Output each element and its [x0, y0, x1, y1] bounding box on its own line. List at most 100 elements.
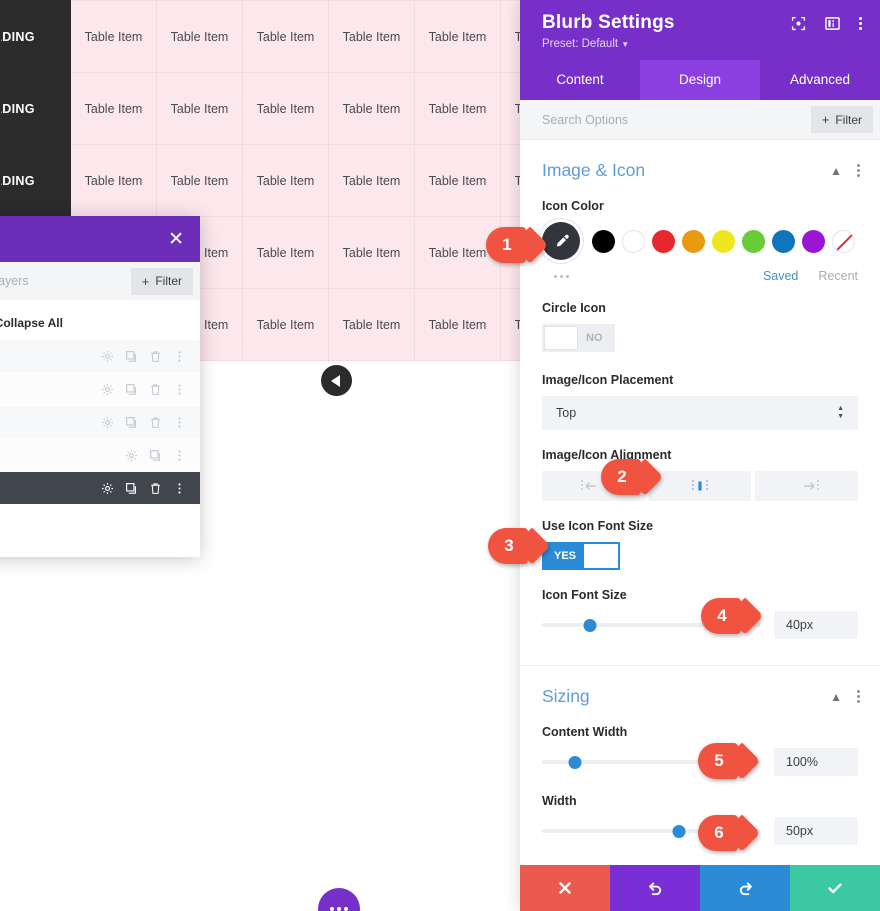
color-swatch-7[interactable]	[802, 229, 825, 253]
gear-icon[interactable]	[101, 482, 114, 495]
eyedropper-icon[interactable]	[542, 222, 580, 260]
kebab-icon[interactable]	[857, 690, 860, 703]
table-cell: Table Item	[70, 0, 157, 73]
settings-tabs: Content Design Advanced	[520, 60, 880, 100]
kebab-icon[interactable]	[859, 17, 862, 30]
tab-advanced[interactable]: Advanced	[760, 60, 880, 100]
kebab-icon[interactable]	[173, 482, 186, 495]
section-title[interactable]: Image & Icon	[542, 160, 645, 181]
search-options-input[interactable]: Search Options	[542, 113, 628, 127]
trash-icon[interactable]	[149, 416, 162, 429]
table-prev-button[interactable]	[321, 365, 352, 396]
kebab-icon[interactable]	[173, 383, 186, 396]
color-swatch-4[interactable]	[712, 229, 735, 253]
expand-collapse-all[interactable]: Expand/Collapse All	[0, 310, 200, 340]
callout-marker-4: 4	[701, 597, 764, 635]
kebab-icon[interactable]	[173, 350, 186, 363]
color-swatch-0[interactable]	[592, 229, 615, 253]
gear-icon[interactable]	[125, 449, 138, 462]
align-right-icon[interactable]	[755, 471, 859, 501]
toggle-knob	[544, 326, 578, 350]
placement-select[interactable]: Top ▲ ▼	[542, 396, 858, 430]
more-colors-icon[interactable]	[554, 274, 569, 278]
gear-icon[interactable]	[101, 350, 114, 363]
icon-font-size-input[interactable]: 40px	[774, 611, 858, 639]
duplicate-icon[interactable]	[125, 383, 138, 396]
callout-marker-6: 6	[698, 814, 761, 852]
circle-icon-toggle-value: NO	[586, 332, 603, 344]
color-swatch-3[interactable]	[682, 229, 705, 253]
table-cell: Table Item	[70, 72, 157, 145]
responsive-view-icon[interactable]	[791, 16, 806, 31]
plus-icon: +	[821, 112, 830, 127]
table-cell: Table Item	[242, 144, 329, 217]
slider-handle[interactable]	[568, 755, 582, 769]
settings-filter-button[interactable]: + Filter	[810, 106, 873, 133]
layer-row-row[interactable]: Row	[0, 406, 200, 438]
duplicate-icon[interactable]	[125, 350, 138, 363]
layer-row-actions	[101, 416, 186, 429]
layer-row-column[interactable]: Column	[0, 439, 200, 471]
table-cell: Table Item	[242, 288, 329, 361]
use-icon-font-size-label: Use Icon Font Size	[542, 519, 654, 533]
layers-panel-header: Layers ✕	[0, 216, 200, 262]
align-center-icon[interactable]	[648, 471, 752, 501]
slider-handle[interactable]	[583, 618, 597, 632]
duplicate-icon[interactable]	[125, 482, 138, 495]
saved-colors-link[interactable]: Saved	[763, 269, 798, 283]
tab-content[interactable]: Content	[520, 60, 640, 100]
layers-filter-button[interactable]: + Filter	[130, 267, 193, 295]
preset-selector[interactable]: Preset: Default ▼	[542, 38, 862, 50]
circle-icon-toggle[interactable]: NO	[542, 324, 615, 352]
layer-row-section[interactable]: Section	[0, 340, 200, 372]
layers-search-input[interactable]: Search Layers	[0, 274, 29, 288]
kebab-icon[interactable]	[857, 164, 860, 177]
trash-icon[interactable]	[149, 350, 162, 363]
color-swatch-2[interactable]	[652, 229, 675, 253]
trash-icon[interactable]	[149, 482, 162, 495]
table-row: HEADINGTable ItemTable ItemTable ItemTab…	[0, 72, 587, 145]
slider-handle[interactable]	[672, 824, 686, 838]
gear-icon[interactable]	[101, 383, 114, 396]
duplicate-icon[interactable]	[125, 416, 138, 429]
layout-columns-icon[interactable]	[825, 16, 840, 31]
color-swatch-5[interactable]	[742, 229, 765, 253]
table-cell: Table Item	[414, 0, 501, 73]
icon-color-field: Icon Color Saved Recent	[520, 199, 880, 283]
layer-row-blurb[interactable]: Blurb	[0, 472, 200, 504]
table-cell: Table Item	[156, 144, 243, 217]
table-cell: Table Item	[156, 72, 243, 145]
kebab-icon[interactable]	[173, 416, 186, 429]
gear-icon[interactable]	[101, 416, 114, 429]
trash-icon[interactable]	[149, 383, 162, 396]
save-button[interactable]	[790, 865, 880, 911]
toggle-knob	[584, 544, 619, 568]
table-cell: Table Item	[414, 288, 501, 361]
kebab-icon[interactable]	[173, 449, 186, 462]
placement-value: Top	[556, 406, 577, 420]
duplicate-icon[interactable]	[149, 449, 162, 462]
table-row-heading: HEADING	[0, 144, 71, 217]
layers-search-bar: Search Layers + Filter	[0, 262, 200, 300]
redo-button[interactable]	[700, 865, 790, 911]
section-header-sizing: Sizing ▲	[520, 666, 880, 707]
color-swatch-6[interactable]	[772, 229, 795, 253]
color-swatch-transparent[interactable]	[832, 229, 855, 253]
recent-colors-link[interactable]: Recent	[818, 269, 858, 283]
layer-row-section[interactable]: Section	[0, 373, 200, 405]
cancel-button[interactable]	[520, 865, 610, 911]
chevron-up-icon[interactable]: ▲	[830, 691, 842, 703]
use-icon-font-size-toggle[interactable]: YES	[542, 542, 621, 570]
undo-button[interactable]	[610, 865, 700, 911]
width-input[interactable]: 50px	[774, 817, 858, 845]
content-width-input[interactable]: 100%	[774, 748, 858, 776]
color-swatch-1[interactable]	[622, 229, 645, 253]
floating-action-button[interactable]	[318, 888, 360, 911]
tab-design[interactable]: Design	[640, 60, 760, 100]
settings-search-bar: Search Options + Filter	[520, 100, 880, 140]
table-cell: Table Item	[328, 144, 415, 217]
chevron-up-icon[interactable]: ▲	[830, 165, 842, 177]
table-row: HEADINGTable ItemTable ItemTable ItemTab…	[0, 144, 587, 217]
section-title[interactable]: Sizing	[542, 686, 590, 707]
close-icon[interactable]: ✕	[168, 230, 184, 249]
